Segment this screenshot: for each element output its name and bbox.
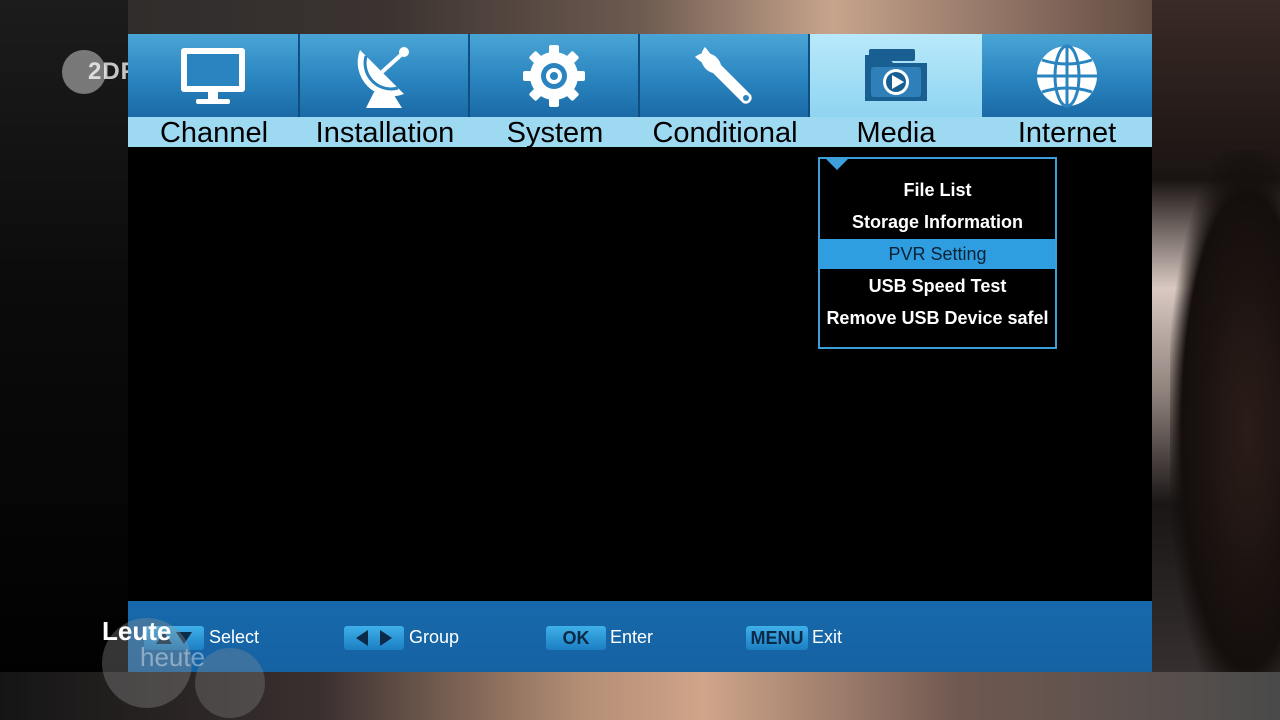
menu-item-file-list[interactable]: File List (820, 175, 1055, 205)
tab-internet-icon-area (982, 34, 1152, 117)
menu-item-pvr-setting[interactable]: PVR Setting (820, 239, 1055, 269)
media-dropdown-menu: File List Storage Information PVR Settin… (818, 157, 1057, 349)
tab-system-icon-area (470, 34, 640, 117)
enter-hint: Enter (610, 627, 654, 647)
tab-channel[interactable]: Channel (128, 34, 300, 147)
tab-media-label: Media (810, 117, 982, 147)
menu-item-storage-information[interactable]: Storage Information (820, 207, 1055, 237)
leftright-key-badge (344, 626, 404, 650)
ok-key-badge: OK (546, 626, 606, 650)
tab-installation-icon-area (300, 34, 470, 117)
main-menu-tabs: Channel Installation System Conditional … (128, 34, 1152, 147)
dropdown-pointer-icon (824, 157, 850, 170)
gear-icon (523, 44, 585, 107)
media-folder-icon (865, 48, 927, 101)
tab-channel-icon-area (128, 34, 300, 117)
watermark-circle-small (195, 648, 265, 718)
satellite-dish-icon (357, 46, 409, 108)
tab-internet[interactable]: Internet (982, 34, 1152, 147)
tab-channel-label: Channel (128, 117, 300, 147)
tab-media[interactable]: Media (810, 34, 982, 147)
menu-key-badge: MENU (746, 626, 808, 650)
menu-item-usb-speed-test[interactable]: USB Speed Test (820, 271, 1055, 301)
menu-item-remove-usb-device[interactable]: Remove USB Device safel (820, 303, 1055, 333)
left-right-arrows-icon (356, 630, 392, 646)
tab-conditional[interactable]: Conditional (640, 34, 810, 147)
background-hair (1170, 150, 1280, 710)
show-watermark: Leute heute (100, 608, 280, 718)
background-top-band (0, 0, 1280, 34)
tab-installation[interactable]: Installation (300, 34, 470, 147)
tab-media-icon-area (810, 34, 982, 117)
main-menu-panel: Channel Installation System Conditional … (128, 34, 1152, 672)
tab-conditional-label: Conditional (640, 117, 810, 147)
tv-icon (181, 47, 245, 104)
help-footer-bar: Select Group OK Enter MENU Exit (128, 601, 1152, 672)
globe-icon (1037, 44, 1097, 107)
tab-internet-label: Internet (982, 117, 1152, 147)
group-hint: Group (409, 627, 460, 647)
tab-conditional-icon-area (640, 34, 810, 117)
tab-system[interactable]: System (470, 34, 640, 147)
tab-installation-label: Installation (300, 117, 470, 147)
exit-hint: Exit (812, 627, 843, 647)
tab-system-label: System (470, 117, 640, 147)
ok-key-text: OK (562, 627, 590, 648)
menu-key-text: MENU (750, 627, 804, 648)
watermark-subtitle: heute (140, 642, 206, 672)
wrench-icon (695, 46, 752, 104)
